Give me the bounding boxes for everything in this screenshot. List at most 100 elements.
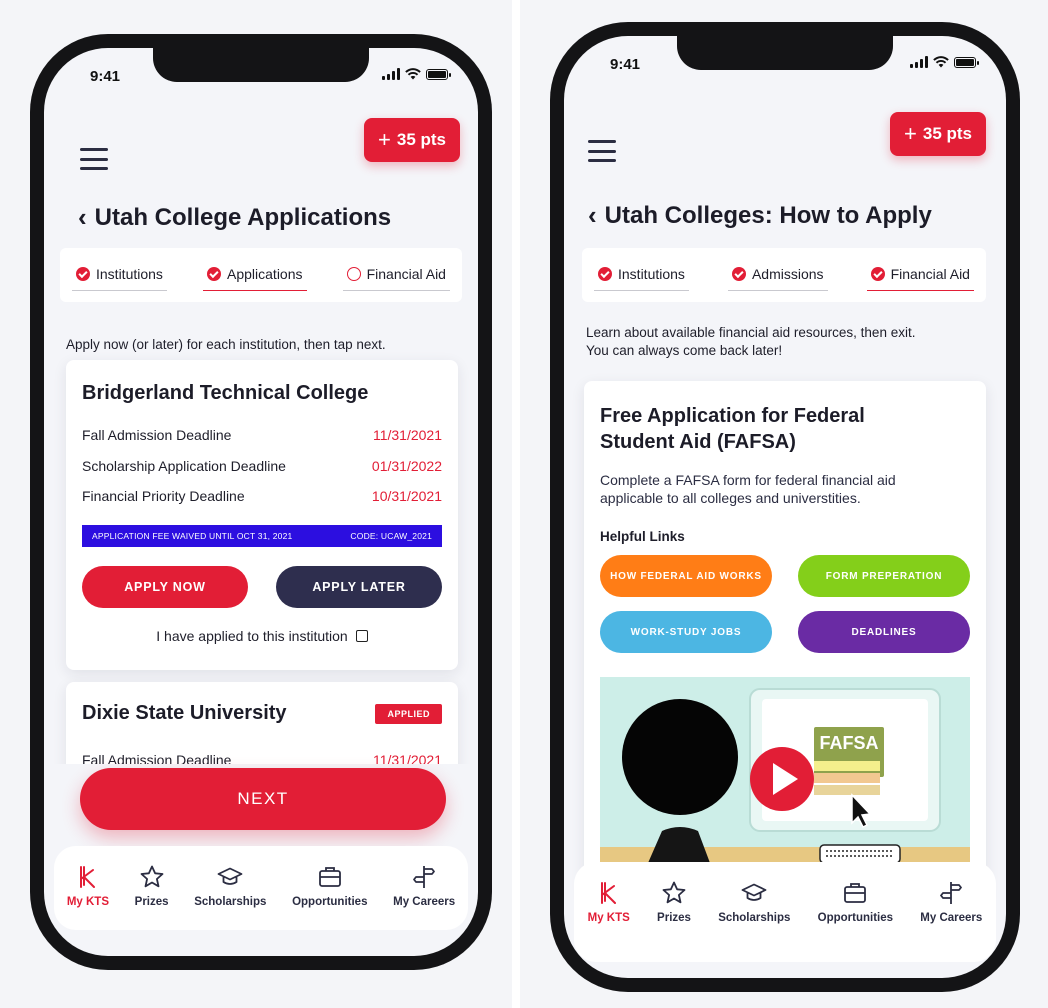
battery-icon: [426, 68, 451, 80]
left-phone: 9:41 +35 pts ‹ Utah College Applications…: [30, 34, 492, 970]
fee-waiver-text: APPLICATION FEE WAIVED UNTIL OCT 31, 202…: [92, 531, 293, 541]
helpful-links-label: Helpful Links: [600, 529, 685, 544]
checked-circle-icon: [731, 267, 746, 281]
apply-later-button[interactable]: APPLY LATER: [276, 566, 442, 608]
tab-label: Applications: [227, 266, 303, 282]
instruction-line: Learn about available financial aid reso…: [586, 325, 916, 340]
deadline-row: Scholarship Application Deadline 01/31/20…: [82, 458, 442, 474]
status-icons: [910, 56, 979, 68]
fee-code: CODE: UCAW_2021: [350, 531, 432, 541]
nav-label: Prizes: [134, 896, 169, 908]
applied-badge: APPLIED: [375, 704, 442, 724]
status-time: 9:41: [90, 68, 121, 85]
empty-circle-icon: [346, 267, 361, 281]
link-work-study-jobs[interactable]: WORK-STUDY JOBS: [600, 611, 772, 653]
back-chevron-icon[interactable]: ‹: [588, 200, 597, 231]
tab-financial-aid[interactable]: Financial Aid: [866, 259, 974, 291]
back-chevron-icon[interactable]: ‹: [78, 202, 87, 233]
nav-item-my-kts[interactable]: My KTS: [67, 864, 109, 930]
checked-circle-icon: [870, 267, 885, 281]
points-button[interactable]: +35 pts: [364, 118, 460, 162]
institution-name: Bridgerland Technical College: [82, 382, 369, 404]
plus-icon: +: [904, 121, 917, 146]
nav-item-opportunities[interactable]: Opportunities: [818, 880, 893, 962]
applied-checkbox[interactable]: [355, 630, 368, 642]
deadline-label: Scholarship Application Deadline: [82, 458, 286, 474]
nav-item-my-careers[interactable]: My Careers: [920, 880, 982, 962]
kts-logo-icon: [600, 882, 616, 904]
nav-item-scholarships[interactable]: Scholarships: [718, 880, 790, 962]
video-thumbnail: [600, 677, 970, 863]
nav-label: Scholarships: [718, 912, 791, 924]
hamburger-menu-icon[interactable]: [588, 140, 616, 162]
checked-circle-icon: [76, 267, 90, 281]
tab-label: Institutions: [96, 266, 163, 282]
signpost-icon: [413, 866, 436, 888]
signal-icon: [382, 68, 400, 80]
nav-label: Opportunities: [292, 896, 368, 908]
notch: [153, 48, 369, 82]
progress-tabs: Institutions Admissions Financial Aid: [582, 248, 986, 302]
tab-institutions[interactable]: Institutions: [72, 259, 167, 291]
deadline-row: Financial Priority Deadline 10/31/2021: [82, 488, 442, 504]
progress-tabs: Institutions Applications Financial Aid: [60, 248, 462, 302]
page-title: ‹ Utah Colleges: How to Apply: [588, 200, 932, 231]
next-button[interactable]: NEXT: [80, 768, 446, 830]
plus-icon: +: [378, 127, 391, 152]
nav-label: My KTS: [587, 912, 630, 924]
star-icon: [140, 865, 163, 888]
graduation-cap-icon: [741, 883, 767, 901]
link-form-preperation[interactable]: FORM PREPERATION: [798, 555, 970, 597]
tab-admissions[interactable]: Admissions: [727, 259, 828, 291]
tab-financial-aid[interactable]: Financial Aid: [342, 259, 450, 291]
nav-item-scholarships[interactable]: Scholarships: [194, 864, 266, 930]
description-line: applicable to all colleges and universti…: [600, 490, 861, 506]
points-button[interactable]: +35 pts: [890, 112, 986, 156]
tab-label: Financial Aid: [366, 266, 446, 282]
kts-logo-icon: [79, 866, 95, 888]
wifi-icon: [405, 68, 421, 80]
tab-applications[interactable]: Applications: [203, 259, 307, 291]
institution-card: Bridgerland Technical College Fall Admis…: [66, 360, 458, 670]
points-label: 35 pts: [396, 130, 446, 149]
video-player[interactable]: FAFSA: [600, 677, 970, 863]
status-time: 9:41: [610, 56, 641, 73]
left-screen: 9:41 +35 pts ‹ Utah College Applications…: [44, 48, 478, 956]
institution-name: Dixie State University: [82, 702, 287, 724]
fafsa-title-line: Free Application for Federal: [600, 405, 865, 427]
signpost-icon: [940, 882, 963, 904]
deadline-label: Fall Admission Deadline: [82, 427, 232, 443]
bottom-nav: My KTS Prizes Scholarships Opportunities…: [54, 846, 468, 930]
right-phone: 9:41 +35 pts ‹ Utah Colleges: How to App…: [550, 22, 1020, 992]
points-label: 35 pts: [922, 124, 972, 143]
wifi-icon: [933, 56, 949, 68]
nav-label: My Careers: [393, 896, 456, 908]
deadline-date: 01/31/2022: [371, 458, 442, 474]
checked-circle-icon: [207, 267, 222, 281]
nav-item-my-careers[interactable]: My Careers: [393, 864, 455, 930]
page-title: ‹ Utah College Applications: [78, 202, 391, 233]
tab-institutions[interactable]: Institutions: [594, 259, 689, 291]
link-how-federal-aid-works[interactable]: HOW FEDERAL AID WORKS: [600, 555, 772, 597]
nav-item-prizes[interactable]: Prizes: [135, 864, 169, 930]
video-sign-text: FAFSA: [819, 733, 879, 753]
signal-icon: [910, 56, 928, 68]
instruction-text: Apply now (or later) for each institutio…: [66, 337, 386, 352]
deadline-date: 10/31/2021: [371, 488, 442, 504]
link-deadlines[interactable]: DEADLINES: [798, 611, 970, 653]
nav-item-prizes[interactable]: Prizes: [657, 880, 691, 962]
nav-item-opportunities[interactable]: Opportunities: [292, 864, 367, 930]
fafsa-description: Complete a FAFSA form for federal financ…: [600, 471, 970, 507]
apply-now-button[interactable]: APPLY NOW: [82, 566, 248, 608]
battery-icon: [954, 56, 979, 68]
deadline-label: Financial Priority Deadline: [82, 488, 245, 504]
notch: [677, 36, 893, 70]
right-screen: 9:41 +35 pts ‹ Utah Colleges: How to App…: [564, 36, 1006, 978]
tab-label: Financial Aid: [890, 266, 970, 282]
hamburger-menu-icon[interactable]: [80, 148, 108, 170]
star-icon: [662, 881, 686, 904]
briefcase-icon: [318, 867, 341, 887]
left-background-bottom: [0, 988, 512, 1008]
next-area: NEXT: [44, 764, 478, 854]
nav-item-my-kts[interactable]: My KTS: [588, 880, 630, 962]
